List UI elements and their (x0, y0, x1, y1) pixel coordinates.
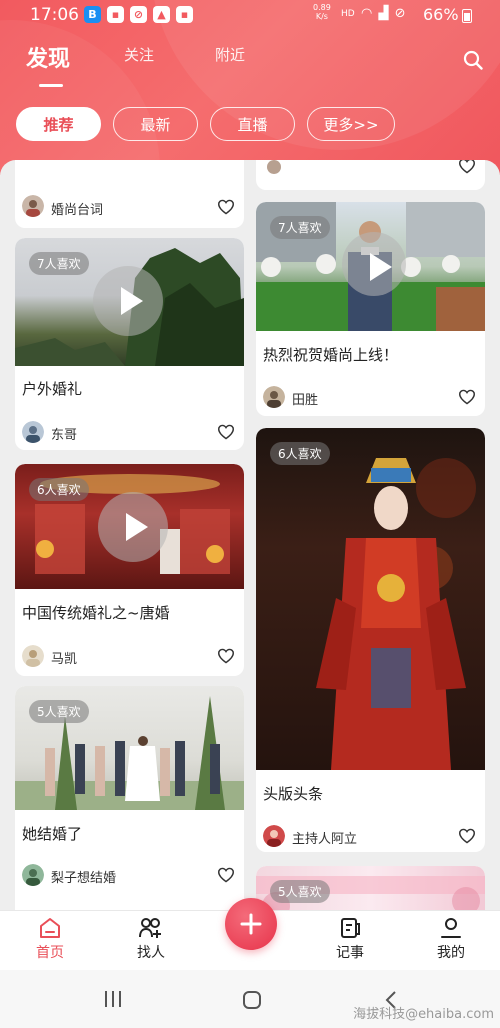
tab-discover[interactable]: 发现 (26, 41, 70, 73)
card-title: 热烈祝贺婚尚上线！ (263, 346, 399, 364)
likes-badge: 5人喜欢 (270, 880, 330, 903)
create-post-button[interactable] (225, 898, 277, 950)
feed-card[interactable]: 7人喜欢 户外婚礼 东哥 (15, 238, 244, 450)
nav-label: 找人 (137, 945, 165, 961)
heart-icon[interactable] (217, 648, 235, 664)
video-thumbnail[interactable]: 7人喜欢 (15, 238, 244, 366)
likes-badge: 6人喜欢 (270, 442, 330, 465)
card-title: 她结婚了 (22, 825, 83, 843)
video-thumbnail[interactable]: 6人喜欢 (15, 464, 244, 589)
recent-apps-icon[interactable] (103, 990, 123, 1008)
battery-percent: 66% (423, 5, 459, 24)
system-nav-bar: 海拔科技@ehaiba.com (0, 970, 500, 1028)
notes-icon (341, 918, 360, 938)
feed-card[interactable]: 5人喜欢 她结婚了 梨子想结婚 (15, 686, 244, 910)
header: 17:06 B ▪ ⊘ ▲ ▪ 0.89 K/s HD ◠ ▟ ⊘ 66% 发现… (0, 0, 500, 175)
heart-icon[interactable] (458, 160, 476, 174)
video-thumbnail[interactable]: 7人喜欢 (256, 202, 485, 331)
home-button-icon[interactable] (242, 990, 262, 1010)
author-name: 婚尚台词 (51, 203, 104, 218)
card-title: 头版头条 (263, 785, 324, 803)
tab-follow[interactable]: 关注 (124, 44, 154, 65)
image-icon: ▲ (153, 6, 170, 23)
signal-icons: ◠ ▟ ⊘ (361, 6, 407, 21)
card-title: 户外婚礼 (22, 380, 83, 398)
speed-unit: K/s (315, 12, 328, 21)
heart-icon[interactable] (458, 828, 476, 844)
nav-label: 我的 (437, 945, 465, 961)
nav-home[interactable]: 首页 (20, 916, 80, 962)
nav-find-people[interactable]: 找人 (121, 916, 181, 962)
play-icon[interactable] (98, 492, 168, 562)
watermark: 海拔科技@ehaiba.com (353, 1007, 494, 1022)
profile-icon (441, 918, 461, 938)
nav-notes[interactable]: 记事 (320, 916, 380, 962)
speed-value: 0.89 (313, 3, 331, 12)
play-icon[interactable] (93, 266, 163, 336)
avatar (22, 645, 44, 667)
author-name: 马凯 (51, 652, 78, 667)
likes-badge: 7人喜欢 (270, 216, 330, 239)
blocked-icon: ⊘ (130, 6, 147, 23)
video-thumbnail[interactable]: 6人喜欢 (256, 428, 485, 770)
feed-card[interactable]: 婚尚台词 (15, 160, 244, 228)
avatar (267, 160, 281, 174)
author-name: 主持人阿立 (292, 832, 358, 847)
chip-latest[interactable]: 最新 (113, 107, 198, 141)
heart-icon[interactable] (217, 867, 235, 883)
likes-badge: 6人喜欢 (29, 478, 89, 501)
network-speed: 0.89 K/s (313, 3, 331, 21)
avatar (22, 864, 44, 886)
tab-indicator (39, 84, 63, 87)
chip-recommend[interactable]: 推荐 (16, 107, 101, 141)
feed[interactable]: 婚尚台词 7人喜欢 户外婚礼 东哥 6人喜欢 中国传统婚礼之~唐婚 马凯 5人喜… (0, 160, 500, 910)
category-chips: 推荐 最新 直播 更多>> (0, 107, 500, 141)
status-time: 17:06 (30, 5, 79, 25)
author-name: 梨子想结婚 (51, 871, 117, 886)
video-thumbnail[interactable]: 5人喜欢 (15, 686, 244, 810)
shopping-bag-icon: ▪ (107, 6, 124, 23)
chip-more[interactable]: 更多>> (307, 107, 395, 141)
bride-costume-illustration (316, 458, 476, 770)
feed-card[interactable] (256, 160, 485, 190)
feed-card[interactable]: 6人喜欢 头版头条 主持人阿立 (256, 428, 485, 852)
avatar (263, 825, 285, 847)
find-people-icon (139, 918, 161, 938)
feed-card[interactable]: 6人喜欢 中国传统婚礼之~唐婚 马凯 (15, 464, 244, 676)
battery-icon (462, 9, 472, 23)
play-icon[interactable] (342, 232, 406, 296)
feed-card[interactable]: 5人喜欢 (256, 866, 485, 910)
heart-icon[interactable] (217, 199, 235, 215)
top-tabs: 发现 关注 附近 (0, 44, 500, 84)
nav-label: 记事 (336, 945, 364, 961)
author-name: 田胜 (292, 393, 319, 408)
avatar (22, 421, 44, 443)
tab-nearby[interactable]: 附近 (215, 44, 245, 65)
home-icon (40, 918, 60, 938)
hd-label: HD (341, 9, 355, 19)
shopping-bag-icon: ▪ (176, 6, 193, 23)
likes-badge: 7人喜欢 (29, 252, 89, 275)
nav-profile[interactable]: 我的 (421, 916, 481, 962)
avatar (22, 195, 44, 217)
heart-icon[interactable] (458, 389, 476, 405)
likes-badge: 5人喜欢 (29, 700, 89, 723)
app-b-icon: B (84, 6, 101, 23)
chip-live[interactable]: 直播 (210, 107, 295, 141)
card-title: 中国传统婚礼之~唐婚 (22, 604, 170, 622)
author-name: 东哥 (51, 428, 78, 443)
heart-icon[interactable] (217, 424, 235, 440)
notification-icons: B ▪ ⊘ ▲ ▪ (84, 6, 193, 23)
avatar (263, 386, 285, 408)
feed-card[interactable]: 7人喜欢 热烈祝贺婚尚上线！ 田胜 (256, 202, 485, 416)
search-icon[interactable] (463, 50, 483, 70)
nav-label: 首页 (36, 945, 64, 961)
plus-icon (240, 913, 262, 935)
video-thumbnail[interactable]: 5人喜欢 (256, 866, 485, 910)
status-bar: 17:06 B ▪ ⊘ ▲ ▪ 0.89 K/s HD ◠ ▟ ⊘ 66% (0, 0, 500, 30)
